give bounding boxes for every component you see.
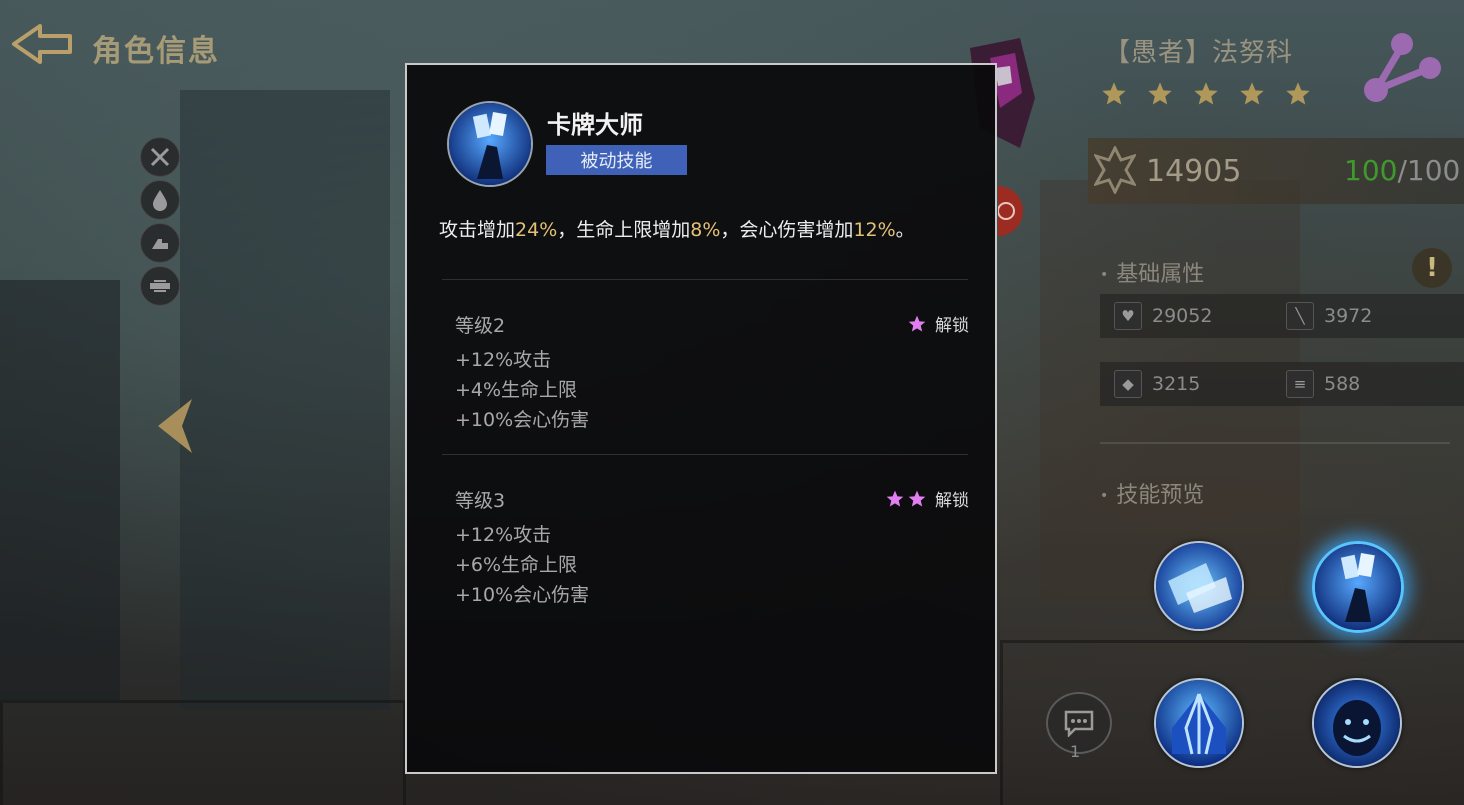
weapon-icon[interactable] — [140, 266, 180, 306]
desc-text: 。 — [895, 219, 915, 241]
page-title: 角色信息 — [92, 34, 220, 69]
flex-arm-icon[interactable] — [140, 223, 180, 263]
level-bonus: +10%会心伤害 — [455, 409, 590, 431]
level-bonus: +12%攻击 — [455, 524, 552, 546]
skill-icon — [447, 101, 533, 187]
crossed-swords-icon[interactable] — [140, 137, 180, 177]
combat-power-icon — [1094, 146, 1136, 194]
share-icon[interactable] — [1362, 28, 1444, 106]
desc-text: ，会心伤害增加 — [720, 219, 854, 241]
desc-number: 12% — [853, 219, 896, 241]
desc-text: ，生命上限增加 — [557, 219, 691, 241]
level-bonus: +12%攻击 — [455, 349, 552, 371]
stat-attack: ╲ 3972 — [1286, 302, 1372, 330]
hero-name: 【愚者】法努科 — [1104, 38, 1294, 68]
info-icon[interactable]: ! — [1412, 248, 1452, 288]
base-attributes-label: 基础属性 — [1100, 256, 1204, 288]
unlock-label: 解锁 — [935, 316, 969, 336]
previous-hero-arrow-icon[interactable] — [152, 395, 196, 457]
background-building — [180, 90, 390, 710]
stat-value: 3972 — [1324, 305, 1373, 327]
desc-text: 攻击增加 — [439, 219, 516, 241]
stat-defense: ◆ 3215 — [1114, 370, 1200, 398]
star-icon — [908, 315, 926, 331]
skill-preview-label: 技能预览 — [1100, 477, 1204, 509]
card-master-icon — [449, 103, 531, 185]
skill-card-storm[interactable] — [1154, 541, 1244, 631]
skill-shadow-grin[interactable] — [1312, 678, 1402, 768]
level-unlock: 解锁 — [907, 311, 969, 336]
level-bonus: +10%会心伤害 — [455, 584, 590, 606]
background-building — [0, 280, 120, 700]
card-master-icon — [1315, 544, 1401, 630]
star-icon — [908, 490, 926, 506]
star-icon — [1102, 82, 1126, 105]
star-icon — [1148, 82, 1172, 105]
stat-value: 3215 — [1152, 373, 1201, 395]
unlock-label: 解锁 — [935, 491, 969, 511]
hero-star-rating — [1100, 80, 1312, 108]
energy-max: /100 — [1397, 154, 1461, 187]
skill-circus-tent[interactable] — [1154, 678, 1244, 768]
level-bonus: +6%生命上限 — [455, 554, 578, 576]
desc-number: 8% — [690, 219, 721, 241]
skill-description: 攻击增加24%，生命上限增加8%，会心伤害增加12%。 — [439, 215, 915, 242]
card-storm-icon — [1156, 543, 1242, 629]
level-title: 等级3 — [455, 490, 506, 512]
heart-icon: ♥ — [1114, 302, 1142, 330]
popup-divider — [442, 279, 968, 280]
shield-icon: ◆ — [1114, 370, 1142, 398]
skill-card-master[interactable] — [1312, 541, 1404, 633]
stat-hp: ♥ 29052 — [1114, 302, 1212, 330]
level-bonus: +4%生命上限 — [455, 379, 578, 401]
stat-speed: ≡ 588 — [1286, 370, 1360, 398]
star-icon — [1240, 82, 1264, 105]
background-railing — [0, 700, 406, 805]
star-icon — [1194, 82, 1218, 105]
sword-icon: ╲ — [1286, 302, 1314, 330]
speed-icon: ≡ — [1286, 370, 1314, 398]
skill-name: 卡牌大师 — [547, 111, 643, 139]
level-title: 等级2 — [455, 315, 506, 337]
star-icon — [886, 490, 904, 506]
level-unlock: 解锁 — [885, 486, 969, 511]
combat-power-value: 14905 — [1146, 154, 1242, 189]
chat-bubble-icon — [1064, 710, 1094, 737]
target-icon[interactable] — [998, 186, 1026, 236]
back-arrow-icon[interactable] — [10, 22, 74, 66]
star-icon — [1286, 82, 1310, 105]
game-screen: 角色信息 【愚者】法努科 14905 100/100 • 基础属性 ! ♥ 29… — [0, 0, 1464, 805]
water-drop-icon[interactable] — [140, 180, 180, 220]
popup-divider — [442, 454, 968, 455]
skill-type-badge: 被动技能 — [546, 145, 687, 175]
section-divider — [1100, 442, 1450, 444]
circus-tent-icon — [1156, 680, 1242, 766]
stat-value: 29052 — [1152, 305, 1213, 327]
energy-counter: 100/100 — [1344, 154, 1460, 187]
energy-current: 100 — [1344, 154, 1398, 187]
desc-number: 24% — [515, 219, 558, 241]
shadow-grin-icon — [1314, 680, 1400, 766]
stat-value: 588 — [1324, 373, 1361, 395]
chat-count: 1 — [1070, 742, 1081, 761]
skill-detail-popup: 卡牌大师 被动技能 攻击增加24%，生命上限增加8%，会心伤害增加12%。 等级… — [405, 63, 997, 774]
